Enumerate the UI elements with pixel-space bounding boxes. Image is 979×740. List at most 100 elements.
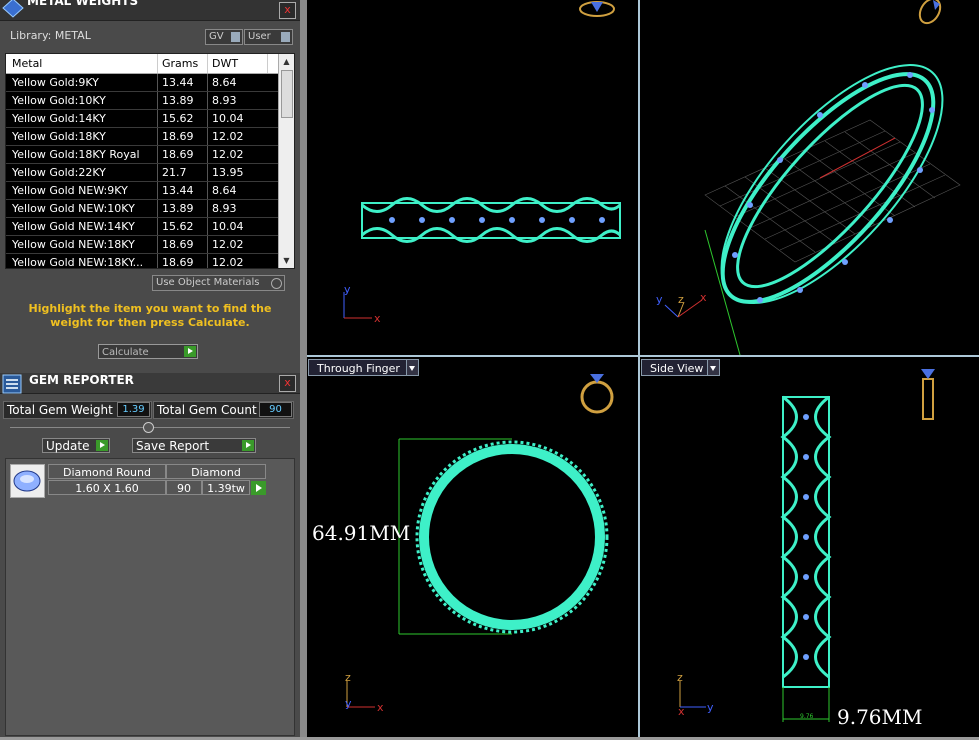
calculate-button[interactable]: Calculate <box>98 344 198 359</box>
scroll-up-icon[interactable]: ▲ <box>279 54 294 69</box>
play-arrow-icon <box>256 484 262 492</box>
table-row[interactable]: Yellow Gold:18KY 18.69 12.02 <box>6 128 278 146</box>
metal-dwt: 10.04 <box>212 112 244 125</box>
viewport-top-right[interactable]: y z x <box>640 0 979 356</box>
column-metal[interactable]: Metal <box>12 57 42 70</box>
table-row[interactable]: Yellow Gold:18KY Royal 18.69 12.02 <box>6 146 278 164</box>
metal-name: Yellow Gold NEW:10KY <box>12 202 135 215</box>
table-row[interactable]: Yellow Gold:10KY 13.89 8.93 <box>6 92 278 110</box>
use-object-materials-checkbox[interactable]: Use Object Materials <box>152 275 285 291</box>
front-view-render: y x <box>343 1 622 325</box>
table-row[interactable]: Yellow Gold NEW:18KY... 18.69 12.02 <box>6 254 278 269</box>
axis-x-label: x <box>377 701 384 714</box>
viewport-top-left[interactable]: y x <box>307 0 638 355</box>
update-label: Update <box>46 439 90 453</box>
gv-label: GV <box>209 31 224 42</box>
metal-name: Yellow Gold:18KY Royal <box>12 148 140 161</box>
gem-detail-button[interactable] <box>251 481 266 495</box>
scroll-thumb[interactable] <box>281 70 293 118</box>
round-diamond-icon <box>13 470 41 492</box>
user-label: User <box>248 31 271 42</box>
total-gem-count-field: Total Gem Count 90 <box>153 401 294 419</box>
viewport-bottom-left[interactable]: Through Finger z y x 64.91MM <box>307 357 638 737</box>
metal-grams: 15.62 <box>162 220 194 233</box>
metal-dwt: 8.64 <box>212 184 237 197</box>
metal-name: Yellow Gold:14KY <box>12 112 106 125</box>
metal-name: Yellow Gold:18KY <box>12 130 106 143</box>
view-mode-label: Side View <box>650 362 704 375</box>
column-divider <box>267 54 268 73</box>
metal-grams: 13.89 <box>162 94 194 107</box>
table-row[interactable]: Yellow Gold:9KY 13.44 8.64 <box>6 74 278 92</box>
table-row[interactable]: Yellow Gold:22KY 21.7 13.95 <box>6 164 278 182</box>
metal-name: Yellow Gold NEW:18KY <box>12 238 135 251</box>
width-dimension: 9.76MM <box>837 705 923 729</box>
axis-gizmo: z x y <box>677 671 714 718</box>
library-label: Library: METAL <box>10 29 91 42</box>
scroll-down-icon[interactable]: ▼ <box>279 253 294 268</box>
axis-gizmo: y x <box>343 283 381 325</box>
metal-grams: 18.69 <box>162 256 194 269</box>
table-row[interactable]: Yellow Gold NEW:14KY 15.62 10.04 <box>6 218 278 236</box>
metal-name: Yellow Gold NEW:18KY... <box>12 256 144 269</box>
metal-dwt: 8.93 <box>212 94 237 107</box>
gem-material: Diamond <box>166 464 266 479</box>
gem-close-button[interactable]: x <box>279 375 296 392</box>
view-mode-dropdown[interactable]: Side View <box>641 359 720 376</box>
gem-size: 1.60 X 1.60 <box>48 480 166 495</box>
viewport-bottom-right[interactable]: Side View 9.76 z x y 9.76MM <box>640 357 979 737</box>
metal-grams: 13.89 <box>162 202 194 215</box>
width-tick-label: 9.76 <box>800 713 814 720</box>
view-mode-dropdown[interactable]: Through Finger <box>308 359 419 376</box>
diameter-dimension: 64.91MM <box>312 521 411 545</box>
gem-logo-icon <box>2 0 24 18</box>
gem-reporter-titlebar: GEM REPORTER x <box>0 373 300 394</box>
through-finger-render: z y x <box>345 374 614 714</box>
play-arrow-icon <box>242 440 254 451</box>
toggle-indicator-icon <box>231 32 240 42</box>
gem-list-item[interactable]: Diamond Round Diamond 1.60 X 1.60 90 1.3… <box>10 464 268 498</box>
save-report-label: Save Report <box>136 439 210 453</box>
axis-y-label: y <box>345 697 352 710</box>
panel-divider[interactable] <box>300 0 307 737</box>
metal-grams: 18.69 <box>162 238 194 251</box>
table-row[interactable]: Yellow Gold NEW:10KY 13.89 8.93 <box>6 200 278 218</box>
update-button[interactable]: Update <box>42 438 110 453</box>
metal-grams: 18.69 <box>162 130 194 143</box>
metal-dwt: 12.02 <box>212 130 244 143</box>
column-divider <box>207 54 208 73</box>
gem-shape: Diamond Round <box>48 464 166 479</box>
play-arrow-icon <box>96 440 108 451</box>
view-ring-icon <box>918 0 942 25</box>
gv-toggle[interactable]: GV <box>205 29 243 45</box>
table-row[interactable]: Yellow Gold:14KY 15.62 10.04 <box>6 110 278 128</box>
axis-gizmo: y z x <box>656 291 707 318</box>
metal-table-scrollbar[interactable]: ▲ ▼ <box>278 54 294 268</box>
gem-report-icon <box>2 374 22 394</box>
metal-name: Yellow Gold:9KY <box>12 76 99 89</box>
metal-dwt: 8.64 <box>212 76 237 89</box>
splitter-handle-icon[interactable] <box>143 422 154 433</box>
gem-reporter-title: GEM REPORTER <box>29 373 134 387</box>
table-row[interactable]: Yellow Gold NEW:18KY 18.69 12.02 <box>6 236 278 254</box>
metal-close-button[interactable]: x <box>279 2 296 19</box>
view-ring-icon <box>921 369 935 420</box>
radio-icon <box>271 278 282 289</box>
left-panel: METAL WEIGHTS x Library: METAL GV User M… <box>0 0 300 737</box>
column-dwt[interactable]: DWT <box>212 57 238 70</box>
metal-dwt: 13.95 <box>212 166 244 179</box>
metal-name: Yellow Gold:10KY <box>12 94 106 107</box>
user-toggle[interactable]: User <box>244 29 293 45</box>
save-report-button[interactable]: Save Report <box>132 438 256 453</box>
metal-dwt: 8.93 <box>212 202 237 215</box>
column-grams[interactable]: Grams <box>162 57 198 70</box>
metal-dwt: 12.02 <box>212 256 244 269</box>
view-mode-label: Through Finger <box>317 362 400 375</box>
metal-dwt: 12.02 <box>212 238 244 251</box>
table-row[interactable]: Yellow Gold NEW:9KY 13.44 8.64 <box>6 182 278 200</box>
axis-y-label: y <box>707 701 714 714</box>
metal-grams: 18.69 <box>162 148 194 161</box>
play-arrow-icon <box>184 346 196 357</box>
close-icon: x <box>284 3 291 16</box>
gem-count: 90 <box>166 480 202 495</box>
